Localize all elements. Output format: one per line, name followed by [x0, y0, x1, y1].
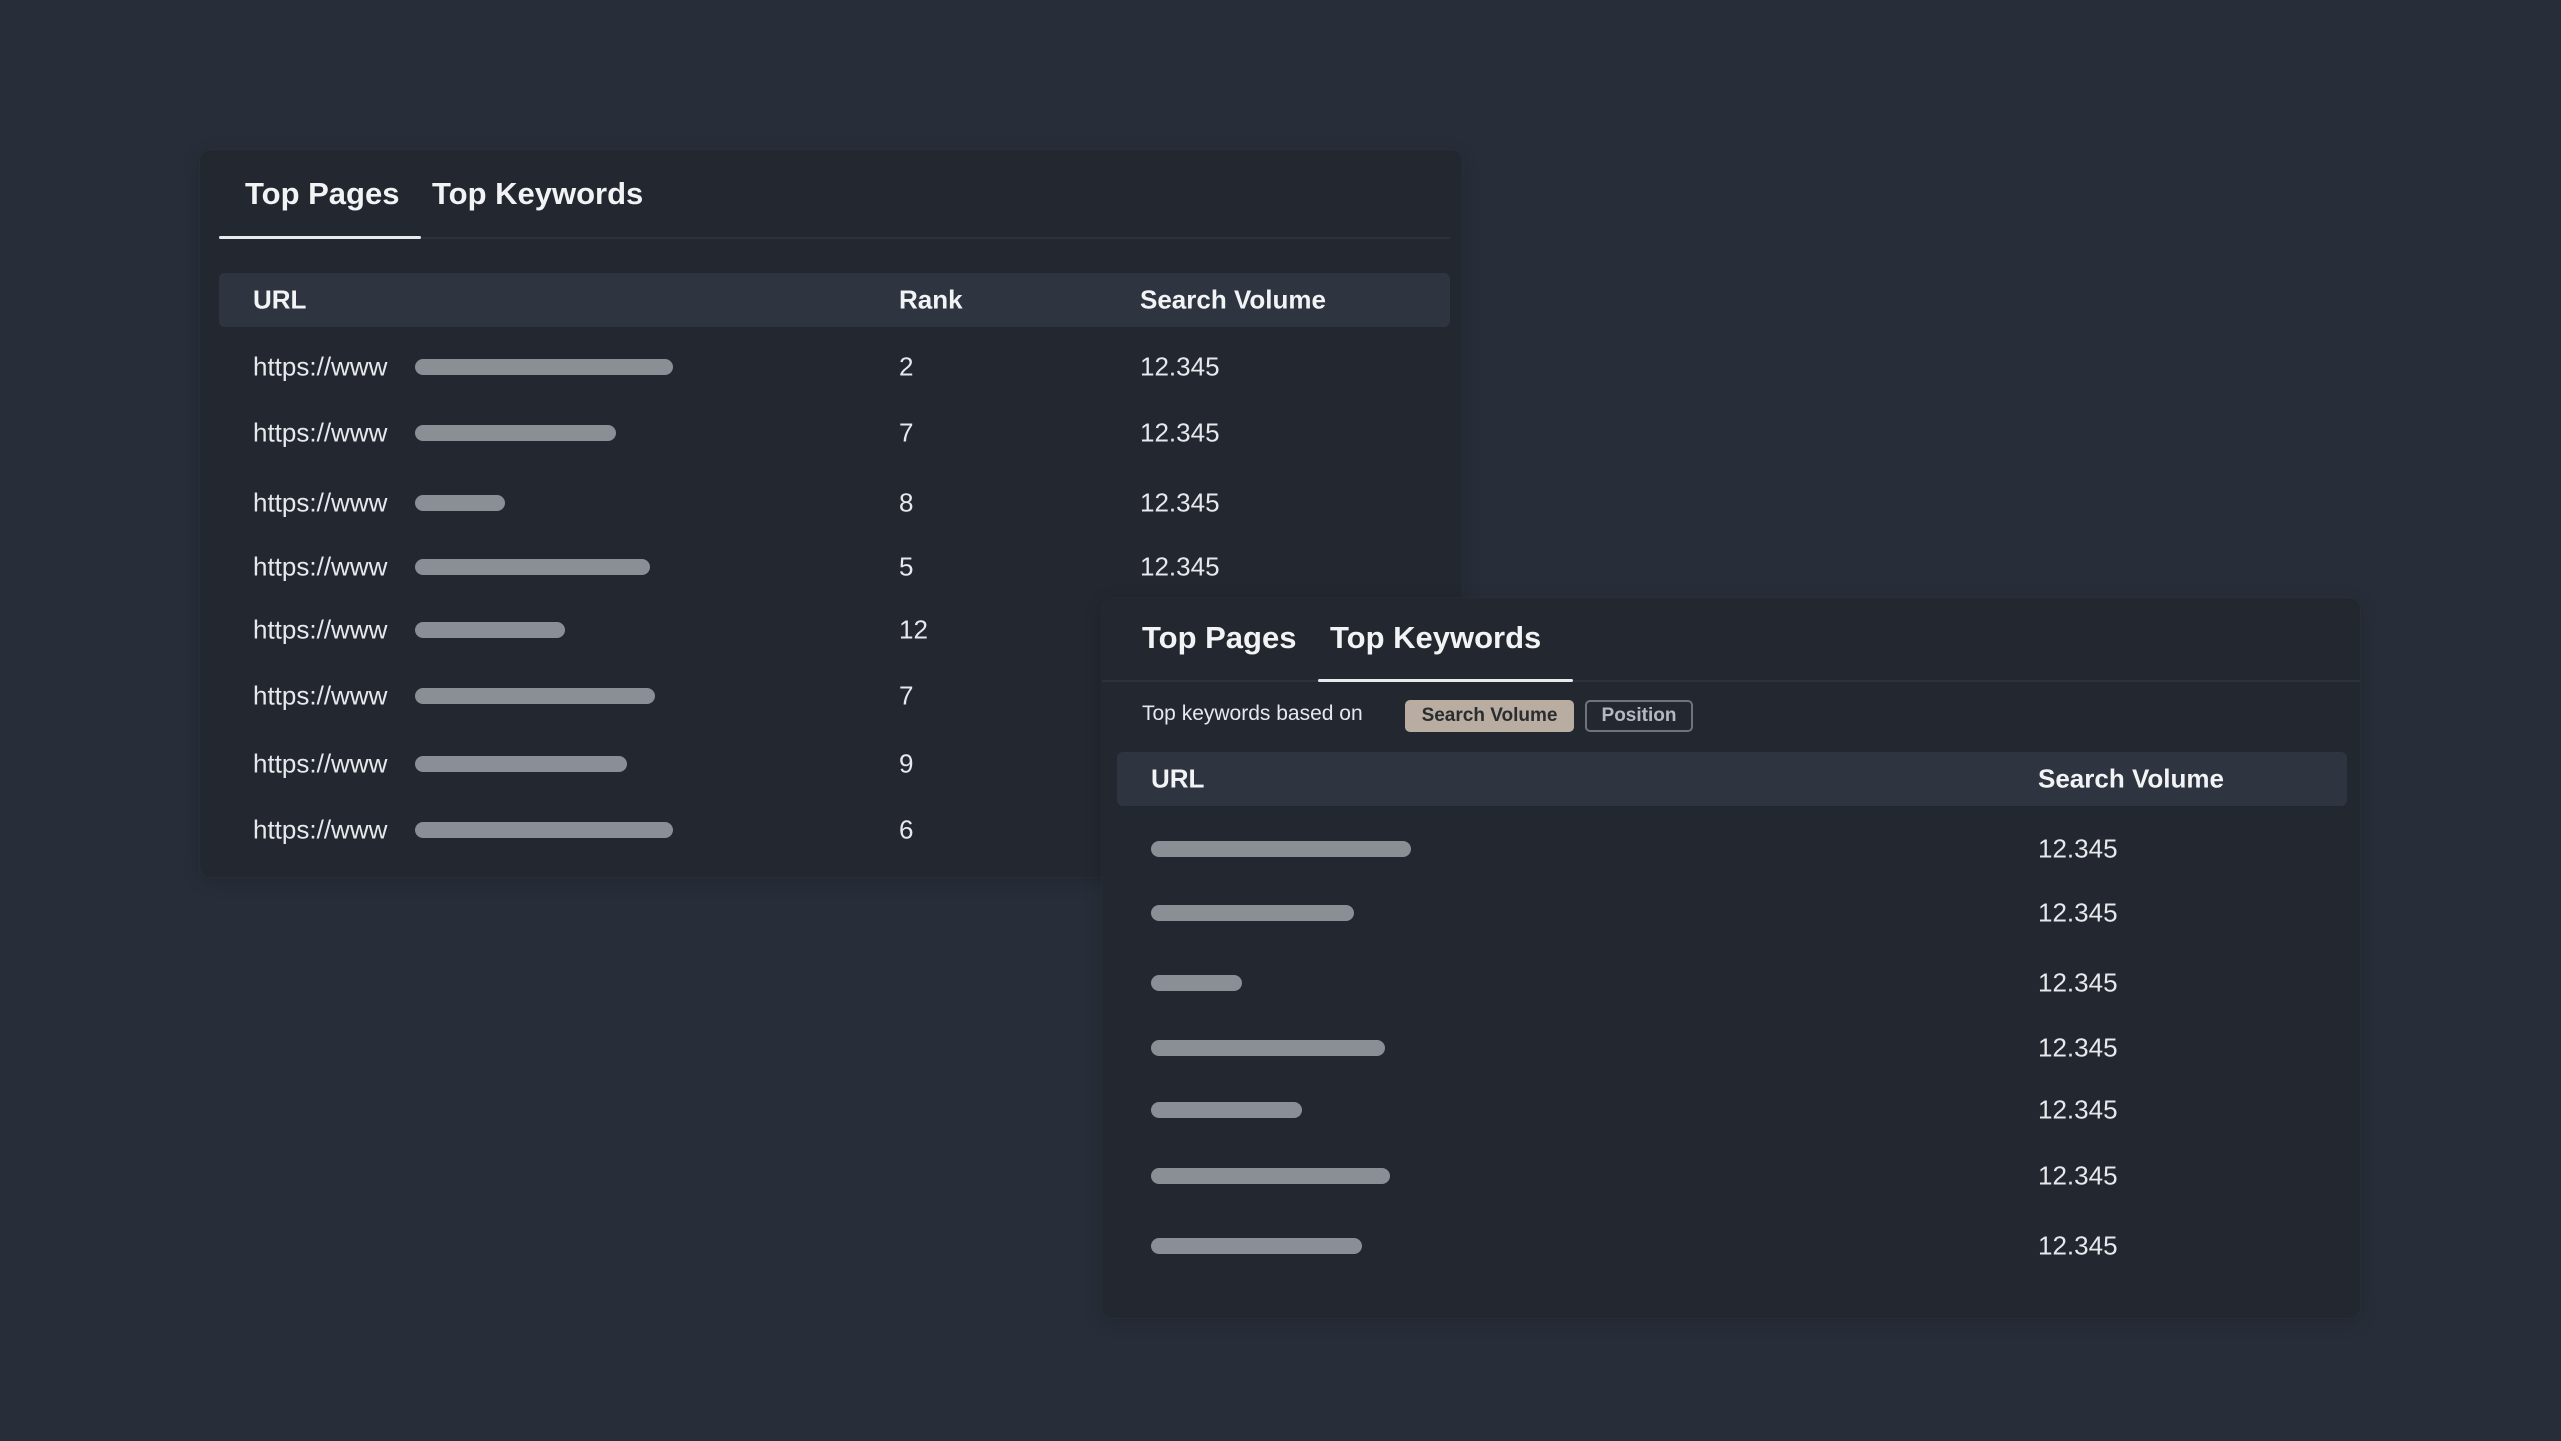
search-volume-value: 12.345 [2038, 967, 2118, 998]
column-header-search-volume[interactable]: Search Volume [2038, 764, 2224, 795]
url-prefix[interactable]: https://www [253, 749, 387, 780]
top-keywords-panel: Top Pages Top Keywords Top keywords base… [1102, 598, 2360, 1318]
url-prefix[interactable]: https://www [253, 681, 387, 712]
search-volume-value: 12.345 [2038, 1230, 2118, 1261]
url-prefix[interactable]: https://www [253, 418, 387, 449]
table-header: URL Rank Search Volume [219, 273, 1450, 327]
search-volume-value: 12.345 [2038, 897, 2118, 928]
table-row[interactable]: https://www 7 12.345 [200, 408, 1462, 458]
rank-value: 7 [899, 680, 914, 711]
search-volume-value: 12.345 [2038, 833, 2118, 864]
keyword-placeholder-bar[interactable] [1151, 905, 1354, 921]
tab-top-pages[interactable]: Top Pages [245, 176, 399, 212]
url-prefix[interactable]: https://www [253, 488, 387, 519]
search-volume-value: 12.345 [1140, 417, 1220, 448]
search-volume-value: 12.345 [2038, 1032, 2118, 1063]
keyword-placeholder-bar[interactable] [1151, 841, 1411, 857]
url-placeholder-bar [415, 425, 616, 441]
url-placeholder-bar [415, 495, 505, 511]
filter-chip-search-volume[interactable]: Search Volume [1405, 700, 1574, 732]
active-tab-indicator [1318, 679, 1573, 682]
url-placeholder-bar [415, 822, 673, 838]
url-prefix[interactable]: https://www [253, 615, 387, 646]
keyword-placeholder-bar[interactable] [1151, 1238, 1362, 1254]
search-volume-value: 12.345 [2038, 1160, 2118, 1191]
table-row[interactable]: 12.345 [1102, 888, 2360, 938]
search-volume-value: 12.345 [1140, 351, 1220, 382]
column-header-url[interactable]: URL [1151, 764, 1204, 795]
table-row[interactable]: 12.345 [1102, 1221, 2360, 1271]
rank-value: 7 [899, 417, 914, 448]
search-volume-value: 12.345 [1140, 487, 1220, 518]
filter-chip-position[interactable]: Position [1585, 700, 1693, 732]
table-header: URL Search Volume [1117, 752, 2347, 806]
column-header-url[interactable]: URL [253, 285, 306, 316]
search-volume-value: 12.345 [1140, 551, 1220, 582]
tab-top-keywords[interactable]: Top Keywords [1330, 620, 1541, 656]
url-prefix[interactable]: https://www [253, 552, 387, 583]
rank-value: 8 [899, 487, 914, 518]
url-prefix[interactable]: https://www [253, 815, 387, 846]
url-placeholder-bar [415, 622, 565, 638]
table-row[interactable]: 12.345 [1102, 958, 2360, 1008]
keyword-placeholder-bar[interactable] [1151, 1168, 1390, 1184]
keyword-placeholder-bar[interactable] [1151, 1040, 1385, 1056]
table-row[interactable]: 12.345 [1102, 1023, 2360, 1073]
tab-top-keywords[interactable]: Top Keywords [432, 176, 643, 212]
rank-value: 9 [899, 748, 914, 779]
table-row[interactable]: 12.345 [1102, 1085, 2360, 1135]
tab-divider [1102, 680, 2360, 682]
active-tab-indicator [219, 236, 421, 239]
table-row[interactable]: https://www 2 12.345 [200, 342, 1462, 392]
table-row[interactable]: https://www 8 12.345 [200, 478, 1462, 528]
rank-value: 2 [899, 351, 914, 382]
url-placeholder-bar [415, 688, 655, 704]
tab-top-pages[interactable]: Top Pages [1142, 620, 1296, 656]
search-volume-value: 12.345 [2038, 1094, 2118, 1125]
table-row[interactable]: 12.345 [1102, 824, 2360, 874]
url-placeholder-bar [415, 559, 650, 575]
table-row[interactable]: 12.345 [1102, 1151, 2360, 1201]
url-placeholder-bar [415, 359, 673, 375]
url-prefix[interactable]: https://www [253, 352, 387, 383]
column-header-search-volume[interactable]: Search Volume [1140, 285, 1326, 316]
url-placeholder-bar [415, 756, 627, 772]
rank-value: 5 [899, 551, 914, 582]
rank-value: 12 [899, 614, 928, 645]
filter-label: Top keywords based on [1142, 702, 1363, 725]
column-header-rank[interactable]: Rank [899, 285, 963, 316]
table-row[interactable]: https://www 5 12.345 [200, 542, 1462, 592]
keyword-placeholder-bar[interactable] [1151, 1102, 1302, 1118]
rank-value: 6 [899, 814, 914, 845]
keyword-placeholder-bar[interactable] [1151, 975, 1242, 991]
